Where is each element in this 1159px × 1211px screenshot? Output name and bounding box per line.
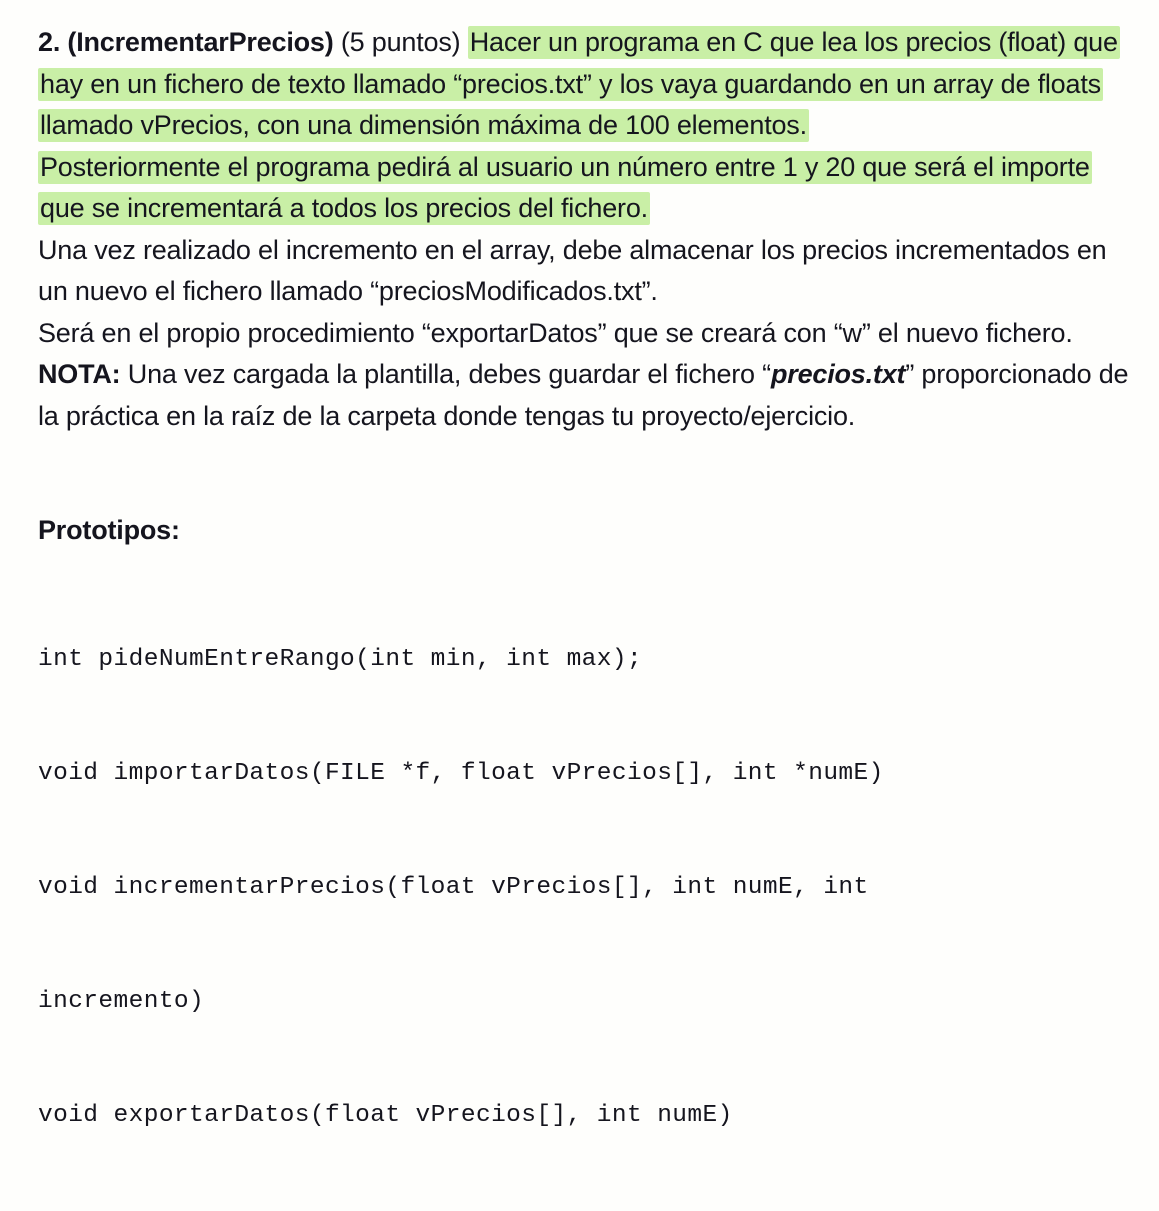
exercise-points: (5 puntos) [340, 27, 461, 57]
exercise-paragraph-2: Posteriormente el programa pedirá al usu… [38, 147, 1141, 230]
highlighted-text-2: Posteriormente el programa pedirá al usu… [38, 150, 1092, 225]
prototypes-code-block: int pideNumEntreRango(int min, int max);… [38, 565, 1141, 1211]
exercise-paragraph-3: Una vez realizado el incremento en el ar… [38, 234, 1107, 307]
exercise-paragraph-1: 2. (IncrementarPrecios) (5 puntos) Hacer… [38, 22, 1141, 147]
code-line: void incrementarPrecios(float vPrecios[]… [38, 874, 869, 901]
code-line: incremento) [38, 988, 205, 1015]
prototypes-heading: Prototipos: [38, 515, 180, 545]
spacer-1 [334, 27, 341, 57]
document-page: 2. (IncrementarPrecios) (5 puntos) Hacer… [0, 0, 1159, 1129]
exercise-title: 2. (IncrementarPrecios) [38, 27, 334, 57]
exercise-statement: 2. (IncrementarPrecios) (5 puntos) Hacer… [38, 22, 1141, 437]
note-text-before: Una vez cargada la plantilla, debes guar… [120, 359, 771, 389]
code-line: void importarDatos(FILE *f, float vPreci… [38, 760, 884, 787]
note-file-name: precios.txt [770, 359, 906, 389]
note-label: NOTA: [38, 359, 121, 389]
code-line: int pideNumEntreRango(int min, int max); [38, 646, 643, 673]
code-line: void exportarDatos(float vPrecios[], int… [38, 1102, 733, 1129]
exercise-note: NOTA: Una vez cargada la plantilla, debe… [38, 354, 1141, 437]
spacer-2 [460, 27, 467, 57]
exercise-paragraph-4: Será en el propio procedimiento “exporta… [38, 317, 1073, 348]
